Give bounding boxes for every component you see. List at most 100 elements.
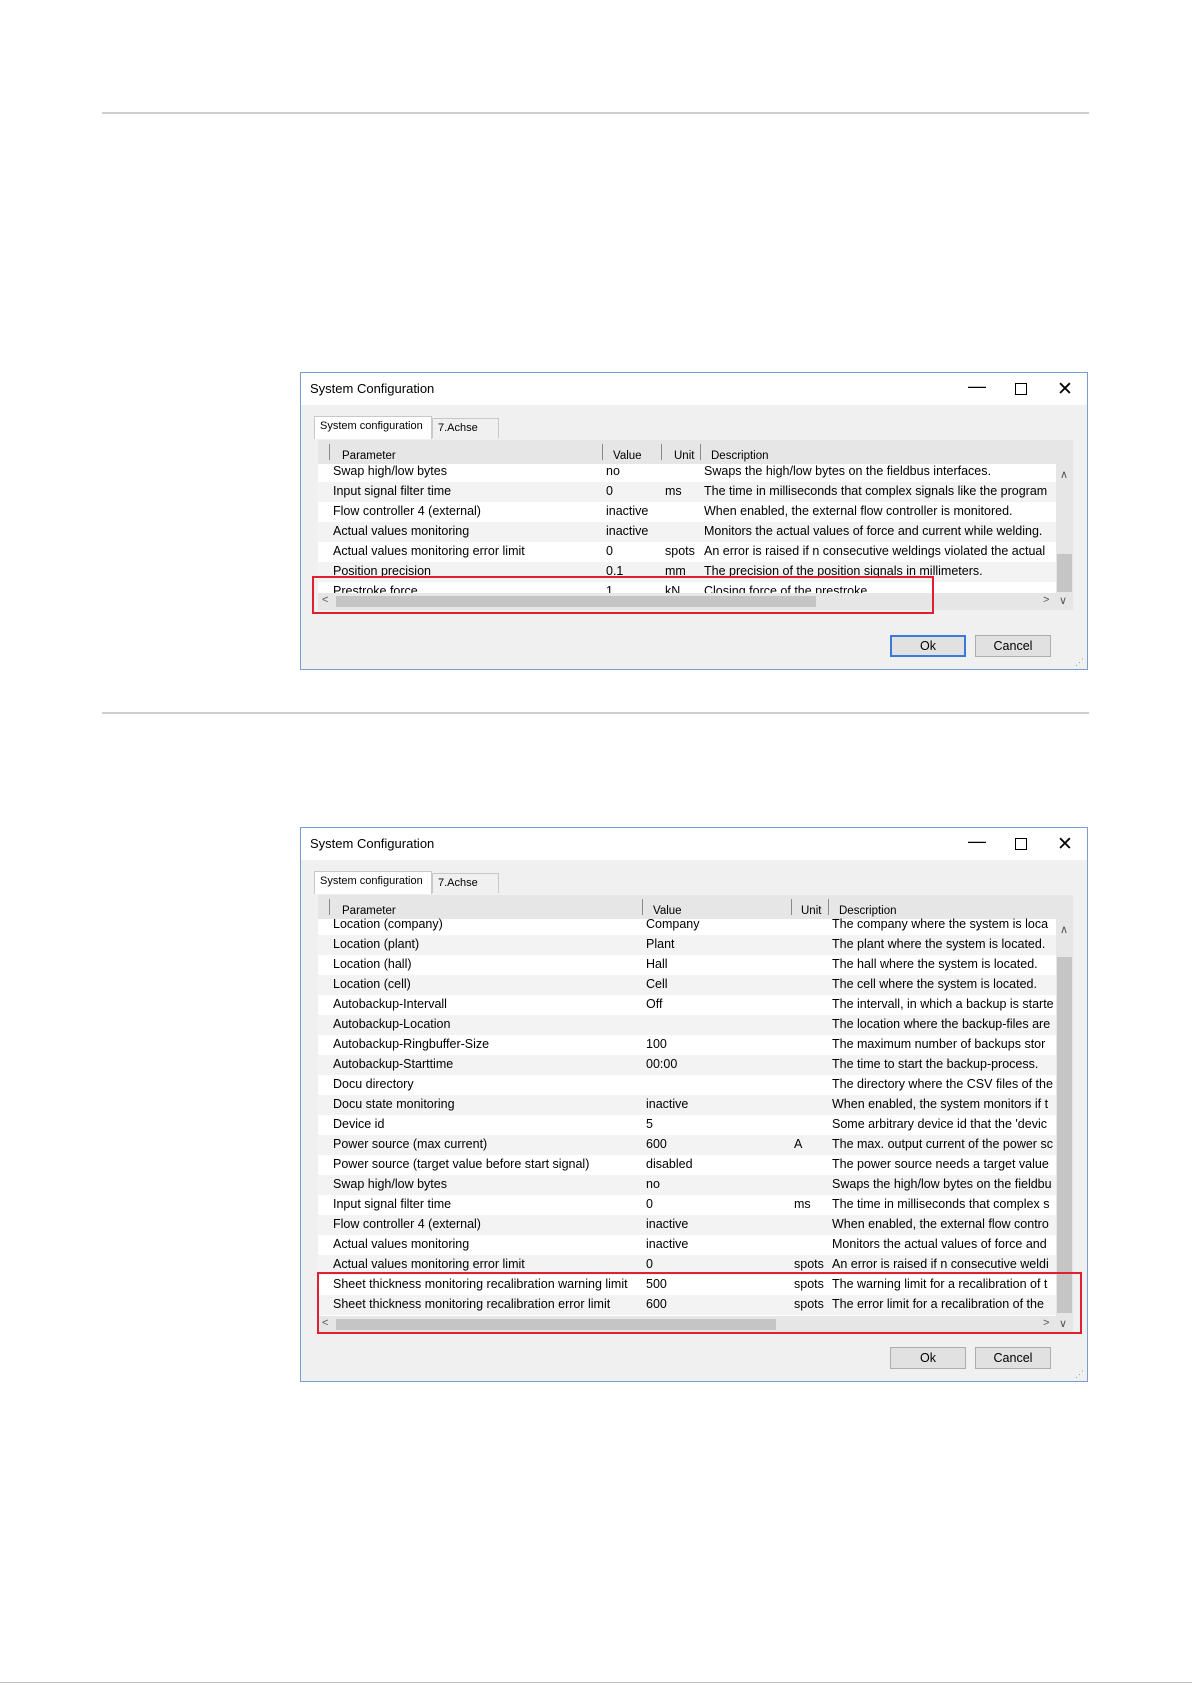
- cell-value[interactable]: Company: [646, 917, 786, 931]
- cell-description[interactable]: Swaps the high/low bytes on the fieldbus…: [704, 464, 1054, 478]
- cell-unit[interactable]: spots: [794, 1257, 830, 1271]
- title-bar[interactable]: System Configuration — ✕: [301, 828, 1087, 860]
- table-row[interactable]: Location (company) Company The company whe…: [318, 915, 1073, 935]
- cell-value[interactable]: 100: [646, 1037, 786, 1051]
- cell-value[interactable]: 0: [606, 484, 664, 498]
- table-row[interactable]: Location (plant) Plant The plant where the…: [318, 935, 1073, 955]
- cell-unit[interactable]: spots: [794, 1297, 830, 1311]
- cell-value[interactable]: no: [646, 1177, 786, 1191]
- scroll-up-icon[interactable]: ∧: [1060, 923, 1068, 936]
- cell-parameter[interactable]: Swap high/low bytes: [333, 464, 603, 478]
- horizontal-scrollbar[interactable]: < > ∨: [318, 593, 1073, 610]
- cell-parameter[interactable]: Location (hall): [333, 957, 643, 971]
- cell-unit[interactable]: spots: [665, 544, 701, 558]
- cell-parameter[interactable]: Autobackup-Starttime: [333, 1057, 643, 1071]
- cell-description[interactable]: Swaps the high/low bytes on the fieldbu: [832, 1177, 1054, 1191]
- cell-parameter[interactable]: Autobackup-Ringbuffer-Size: [333, 1037, 643, 1051]
- cell-description[interactable]: An error is raised if n consecutive weld…: [704, 544, 1054, 558]
- table-row[interactable]: Location (cell) Cell The cell where the sy…: [318, 975, 1073, 995]
- table-row[interactable]: Position precision 0.1 mm The precision of …: [318, 562, 1073, 582]
- scroll-up-icon[interactable]: ∧: [1060, 468, 1068, 481]
- cell-description[interactable]: The power source needs a target value: [832, 1157, 1054, 1171]
- tab-7-achse[interactable]: 7.Achse (0): [432, 873, 499, 908]
- table-row[interactable]: Sheet thickness monitoring recalibration…: [318, 1295, 1073, 1315]
- cell-unit[interactable]: mm: [665, 564, 701, 578]
- table-row[interactable]: Input signal filter time 0 ms The time in m…: [318, 482, 1073, 502]
- table-row[interactable]: Power source (target value before start …: [318, 1155, 1073, 1175]
- cell-value[interactable]: 00:00: [646, 1057, 786, 1071]
- parameter-grid[interactable]: Parameter Value Unit Description Swap hi…: [318, 440, 1073, 610]
- scroll-right-icon[interactable]: >: [1043, 1317, 1049, 1329]
- cell-parameter[interactable]: Autobackup-Intervall: [333, 997, 643, 1011]
- cell-value[interactable]: 500: [646, 1277, 786, 1291]
- ok-button[interactable]: Ok: [890, 1347, 966, 1369]
- column-header-parameter[interactable]: Parameter: [342, 450, 396, 462]
- cell-parameter[interactable]: Sheet thickness monitoring recalibration…: [333, 1297, 643, 1311]
- cell-parameter[interactable]: Device id: [333, 1117, 643, 1131]
- cell-value[interactable]: no: [606, 464, 664, 478]
- cell-description[interactable]: The location where the backup-files are: [832, 1017, 1054, 1031]
- cell-value[interactable]: 0.1: [606, 564, 664, 578]
- parameter-grid[interactable]: Parameter Value Unit Description Locatio…: [318, 895, 1073, 1333]
- table-row[interactable]: Location (hall) Hall The hall where the sy…: [318, 955, 1073, 975]
- cell-value[interactable]: 0: [606, 544, 664, 558]
- cell-unit[interactable]: A: [794, 1137, 830, 1151]
- ok-button[interactable]: Ok: [890, 635, 966, 657]
- cell-value[interactable]: inactive: [606, 504, 664, 518]
- vertical-scrollbar[interactable]: ∧: [1056, 464, 1073, 594]
- vertical-scroll-thumb[interactable]: [1057, 957, 1072, 1313]
- cell-description[interactable]: Monitors the actual values of force and …: [704, 524, 1054, 538]
- cell-parameter[interactable]: Flow controller 4 (external): [333, 1217, 643, 1231]
- horizontal-scroll-thumb[interactable]: [336, 1319, 776, 1330]
- cell-parameter[interactable]: Actual values monitoring: [333, 524, 603, 538]
- cell-value[interactable]: 600: [646, 1297, 786, 1311]
- cell-parameter[interactable]: Location (cell): [333, 977, 643, 991]
- cell-description[interactable]: The time to start the backup-process.: [832, 1057, 1054, 1071]
- cell-description[interactable]: The plant where the system is located.: [832, 937, 1054, 951]
- scroll-left-icon[interactable]: <: [322, 1317, 328, 1329]
- cell-unit[interactable]: ms: [665, 484, 701, 498]
- cell-value[interactable]: disabled: [646, 1157, 786, 1171]
- scroll-down-icon[interactable]: ∨: [1059, 594, 1067, 607]
- cell-value[interactable]: 5: [646, 1117, 786, 1131]
- cell-description[interactable]: The precision of the position signals in…: [704, 564, 1054, 578]
- cell-value[interactable]: Off: [646, 997, 786, 1011]
- minimize-button[interactable]: —: [955, 370, 999, 402]
- cell-description[interactable]: The intervall, in which a backup is star…: [832, 997, 1054, 1011]
- table-row[interactable]: Swap high/low bytes no Swaps the high/low …: [318, 1175, 1073, 1195]
- maximize-button[interactable]: [999, 373, 1043, 405]
- table-row[interactable]: Actual values monitoring inactive Monitors…: [318, 522, 1073, 542]
- table-row[interactable]: Sheet thickness monitoring recalibration…: [318, 1275, 1073, 1295]
- resize-grip-icon[interactable]: ⋰: [1075, 1369, 1085, 1379]
- cell-unit[interactable]: spots: [794, 1277, 830, 1291]
- close-button[interactable]: ✕: [1043, 373, 1087, 405]
- cell-description[interactable]: When enabled, the external flow controll…: [704, 504, 1054, 518]
- cell-parameter[interactable]: Power source (target value before start …: [333, 1157, 643, 1171]
- table-row[interactable]: Flow controller 4 (external) inactive When…: [318, 1215, 1073, 1235]
- table-row[interactable]: Flow controller 4 (external) inactive When…: [318, 502, 1073, 522]
- table-row[interactable]: Device id 5 Some arbitrary device id that …: [318, 1115, 1073, 1135]
- resize-grip-icon[interactable]: ⋰: [1075, 657, 1085, 667]
- vertical-scroll-thumb[interactable]: [1057, 554, 1072, 592]
- column-header-value[interactable]: Value: [613, 450, 642, 462]
- cell-description[interactable]: The error limit for a recalibration of t…: [832, 1297, 1054, 1311]
- cell-description[interactable]: The time in milliseconds that complex s: [832, 1197, 1054, 1211]
- tab-7-achse[interactable]: 7.Achse (0): [432, 418, 499, 453]
- cell-value[interactable]: 0: [646, 1197, 786, 1211]
- scroll-right-icon[interactable]: >: [1043, 594, 1049, 606]
- cell-description[interactable]: The maximum number of backups stor: [832, 1037, 1054, 1051]
- minimize-button[interactable]: —: [955, 825, 999, 857]
- cell-description[interactable]: The warning limit for a recalibration of…: [832, 1277, 1054, 1291]
- cell-parameter[interactable]: Input signal filter time: [333, 484, 603, 498]
- cell-parameter[interactable]: Flow controller 4 (external): [333, 504, 603, 518]
- column-header-description[interactable]: Description: [711, 450, 769, 462]
- table-row[interactable]: Autobackup-Intervall Off The intervall, in…: [318, 995, 1073, 1015]
- table-row[interactable]: Autobackup-Location The location where th…: [318, 1015, 1073, 1035]
- cell-value[interactable]: Hall: [646, 957, 786, 971]
- cancel-button[interactable]: Cancel: [975, 635, 1051, 657]
- tab-system-configuration[interactable]: System configuration: [314, 871, 432, 894]
- table-row[interactable]: Docu directory The directory where the CS…: [318, 1075, 1073, 1095]
- cell-parameter[interactable]: Position precision: [333, 564, 603, 578]
- cell-parameter[interactable]: Input signal filter time: [333, 1197, 643, 1211]
- cell-parameter[interactable]: Location (company): [333, 917, 643, 931]
